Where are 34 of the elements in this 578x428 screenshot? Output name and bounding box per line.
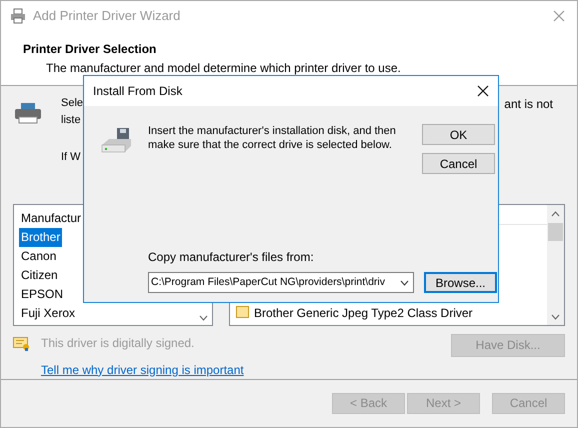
column-header: Manufactur [20, 210, 82, 227]
manufacturer-item[interactable]: EPSON [19, 284, 66, 304]
dialog-button[interactable]: Cancel [422, 153, 495, 174]
instruction-text: Sele [61, 96, 84, 112]
manufacturer-item[interactable]: Citizen [19, 266, 60, 285]
scrollbar[interactable] [547, 204, 564, 325]
dialog-message: Insert the manufacturer's installation disk, and then make sure that the correct drive is selected below. [148, 124, 397, 153]
manufacturer-item[interactable]: Brother [19, 228, 62, 247]
dialog-button[interactable]: OK [422, 124, 495, 145]
scroll-up-icon[interactable] [551, 210, 560, 217]
disk-drive-icon [101, 128, 132, 155]
browse-button[interactable]: Browse... [424, 272, 497, 293]
printer-icon [10, 8, 26, 24]
window-title: Add Printer Driver Wizard [33, 7, 180, 26]
manufacturer-item[interactable]: Fuji Xerox [19, 304, 78, 323]
printer-item[interactable]: Brother Generic Jpeg Type2 Class Driver [254, 304, 473, 322]
signature-status: This driver is digitally signed. [41, 334, 196, 352]
driver-signing-link[interactable]: Tell me why driver signing is important [41, 360, 244, 379]
instruction-text: liste [61, 112, 82, 128]
path-value: C:\Program Files\PaperCut NG\providers\print\driv [151, 274, 385, 290]
instruction-text: If W [61, 150, 82, 166]
instruction-text: ant is not [504, 96, 553, 114]
scroll-thumb[interactable] [548, 222, 563, 241]
page-heading: Printer Driver Selection [23, 40, 158, 58]
certificate-icon [13, 336, 30, 351]
scroll-down-icon[interactable] [199, 314, 208, 321]
manufacturer-item[interactable]: Canon [19, 246, 58, 266]
driver-icon [236, 306, 250, 320]
scroll-down-icon[interactable] [551, 314, 560, 320]
page-description: The manufacturer and model determine which printer driver to use. [46, 60, 402, 77]
path-combo-box[interactable]: C:\Program Files\PaperCut NG\providers\print\driv [148, 272, 414, 293]
dialog-title: Install From Disk [93, 83, 182, 100]
close-icon[interactable] [477, 85, 489, 97]
field-label: Copy manufacturer's files from: [148, 249, 315, 266]
